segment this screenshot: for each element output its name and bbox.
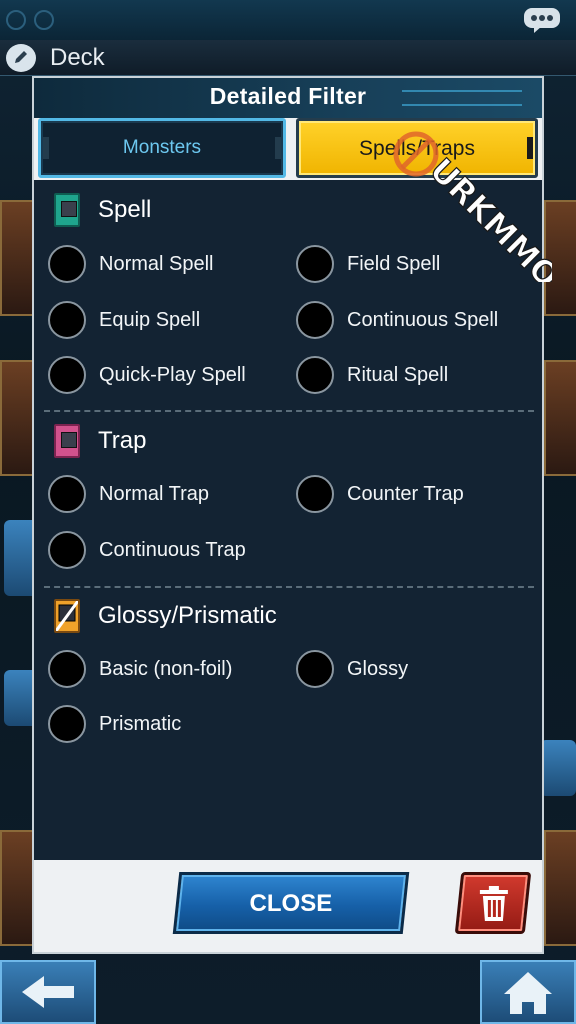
tab-corner [275, 137, 281, 159]
home-icon [504, 972, 552, 1014]
top-bar-decoration [34, 10, 54, 30]
option-label: Quick-Play Spell [99, 363, 246, 386]
deck-bar: Deck [0, 40, 576, 76]
option-label: Prismatic [99, 712, 182, 735]
close-button[interactable]: CLOSE [172, 872, 410, 934]
radio-button[interactable] [48, 475, 86, 513]
option-basic-non-foil[interactable]: Basic (non-foil) [48, 649, 232, 689]
section-divider [44, 410, 534, 412]
tab-spells-traps[interactable]: Spells/Traps [296, 118, 538, 178]
spell-section-label: Spell [98, 196, 152, 223]
glossy-section-header: Glossy/Prismatic [54, 596, 277, 636]
tab-corner [527, 137, 533, 159]
chat-bubble-icon[interactable] [522, 6, 562, 34]
radio-button[interactable] [296, 301, 334, 339]
detailed-filter-modal: Detailed Filter Monsters Spells/Traps Sp… [32, 76, 552, 954]
top-bar-decoration [6, 10, 26, 30]
tab-spells-traps-label: Spells/Traps [359, 137, 475, 160]
left-arrow-icon [22, 976, 74, 1008]
trap-card-icon [54, 424, 80, 458]
option-glossy[interactable]: Glossy [296, 649, 408, 689]
background-card [544, 200, 576, 316]
option-label: Glossy [347, 657, 409, 680]
option-label: Continuous Spell [347, 308, 499, 331]
background-card [544, 360, 576, 476]
radio-button[interactable] [296, 475, 334, 513]
modal-header: Detailed Filter [34, 78, 542, 118]
radio-button[interactable] [48, 245, 86, 283]
radio-button[interactable] [296, 245, 334, 283]
option-equip-spell[interactable]: Equip Spell [48, 300, 200, 340]
option-field-spell[interactable]: Field Spell [296, 244, 440, 284]
spell-section-header: Spell [54, 190, 151, 230]
option-label: Counter Trap [347, 482, 464, 505]
option-normal-trap[interactable]: Normal Trap [48, 474, 209, 514]
option-label: Equip Spell [99, 308, 201, 331]
tab-monsters-label: Monsters [122, 137, 202, 158]
radio-button[interactable] [296, 650, 334, 688]
tab-monsters[interactable]: Monsters [38, 118, 286, 178]
background-card [544, 830, 576, 946]
option-continuous-trap[interactable]: Continuous Trap [48, 530, 246, 570]
deck-title: Deck [50, 44, 105, 71]
spell-card-icon [54, 193, 80, 227]
option-label: Field Spell [347, 252, 441, 275]
radio-button[interactable] [296, 356, 334, 394]
option-normal-spell[interactable]: Normal Spell [48, 244, 213, 284]
option-label: Ritual Spell [347, 363, 449, 386]
option-label: Basic (non-foil) [99, 657, 233, 680]
radio-button[interactable] [48, 531, 86, 569]
delete-button[interactable] [454, 872, 532, 934]
option-label: Normal Spell [99, 252, 214, 275]
option-prismatic[interactable]: Prismatic [48, 704, 181, 744]
radio-button[interactable] [48, 650, 86, 688]
top-bar [0, 0, 576, 40]
pencil-icon[interactable] [6, 44, 36, 72]
option-counter-trap[interactable]: Counter Trap [296, 474, 464, 514]
option-label: Normal Trap [99, 482, 210, 505]
trash-icon [479, 886, 508, 921]
radio-button[interactable] [48, 356, 86, 394]
option-ritual-spell[interactable]: Ritual Spell [296, 355, 448, 395]
option-quick-play-spell[interactable]: Quick-Play Spell [48, 355, 246, 395]
option-label: Continuous Trap [99, 538, 246, 561]
radio-button[interactable] [48, 301, 86, 339]
section-divider [44, 586, 534, 588]
radio-button[interactable] [48, 705, 86, 743]
back-arrow-button[interactable] [0, 960, 96, 1024]
glossy-section-label: Glossy/Prismatic [98, 602, 277, 629]
home-button[interactable] [480, 960, 576, 1024]
modal-title: Detailed Filter [209, 83, 367, 109]
background-button [540, 740, 576, 796]
close-button-label: CLOSE [249, 890, 333, 917]
trap-section-label: Trap [98, 427, 147, 454]
trap-section-header: Trap [54, 421, 146, 461]
filter-panel: Spell Normal Spell Field Spell Equip Spe… [34, 180, 542, 860]
glossy-card-icon [54, 599, 80, 633]
option-continuous-spell[interactable]: Continuous Spell [296, 300, 498, 340]
